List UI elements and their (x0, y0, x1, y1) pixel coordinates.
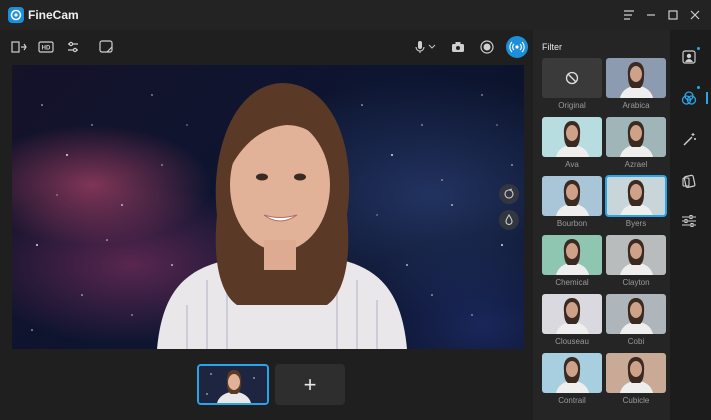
annotate-icon[interactable] (97, 38, 115, 56)
filter-thumbnail[interactable] (606, 117, 666, 157)
filter-thumbnail[interactable] (542, 235, 602, 275)
filter-panel-title: Filter (542, 42, 562, 52)
filter-thumbnail[interactable] (606, 294, 666, 334)
scene-thumbnail[interactable] (197, 364, 269, 405)
filter-item[interactable]: Clouseau (542, 294, 602, 346)
close-button[interactable] (686, 6, 704, 24)
filter-preview-image (606, 117, 666, 157)
portrait-icon[interactable] (680, 48, 698, 66)
filter-label: Clayton (622, 278, 650, 287)
title-bar: FineCam (0, 0, 711, 30)
record-icon[interactable] (478, 38, 496, 56)
filter-thumbnail[interactable] (542, 176, 602, 216)
svg-text:HD: HD (42, 46, 51, 52)
right-rail (670, 30, 711, 420)
filter-item[interactable]: Byers (605, 175, 667, 228)
filter-preview-image (542, 176, 602, 216)
app-logo-icon (8, 7, 24, 23)
filter-thumbnail[interactable] (606, 353, 666, 393)
camera-snapshot-icon[interactable] (449, 38, 467, 56)
filter-item[interactable]: Cobi (606, 294, 666, 346)
filter-label: Azrael (624, 160, 648, 169)
filter-thumbnail[interactable] (605, 175, 667, 217)
portrait-new-dot (697, 47, 700, 50)
filter-label: Bourbon (556, 219, 588, 228)
filter-preview-image (542, 117, 602, 157)
filter-item[interactable]: Arabica (606, 58, 666, 110)
filter-thumbnail[interactable] (542, 58, 602, 98)
minimize-button[interactable] (642, 6, 660, 24)
filter-thumbnail[interactable] (542, 294, 602, 334)
filter-label: Byers (625, 219, 647, 228)
filter-preview-image (606, 294, 666, 334)
adjustments-icon[interactable] (680, 212, 698, 230)
filter-label: Clouseau (555, 337, 589, 346)
filter-preview-image (542, 235, 602, 275)
filter-label: Cubicle (622, 396, 650, 405)
filter-preview-image (606, 58, 666, 98)
filter-thumbnail[interactable] (542, 117, 602, 157)
app-title: FineCam (28, 8, 79, 22)
top-toolbar: HD (0, 30, 533, 64)
filter-label: Ava (565, 160, 579, 169)
filter-preview-image (606, 353, 666, 393)
person-figure (157, 83, 407, 349)
filter-label: Contrail (558, 396, 586, 405)
filter-item[interactable]: Chemical (542, 235, 602, 287)
maximize-button[interactable] (664, 6, 682, 24)
filter-preview-image (606, 176, 666, 216)
magic-wand-icon[interactable] (680, 131, 698, 149)
switch-camera-icon[interactable] (10, 38, 28, 56)
sticker-icon[interactable] (680, 172, 698, 190)
filter-preview-image (606, 235, 666, 275)
filter-item[interactable]: Cubicle (606, 353, 666, 405)
live-broadcast-icon[interactable] (506, 36, 528, 58)
touch-up-icon[interactable] (499, 210, 519, 230)
filter-item[interactable]: Original (542, 58, 602, 110)
filter-thumbnail[interactable] (542, 353, 602, 393)
filter-icon[interactable] (680, 89, 698, 107)
filter-thumbnail[interactable] (606, 58, 666, 98)
filter-item[interactable]: Azrael (606, 117, 666, 169)
filter-item[interactable]: Bourbon (542, 176, 602, 228)
camera-preview (12, 65, 524, 349)
filter-item[interactable]: Ava (542, 117, 602, 169)
filter-label: Original (558, 101, 586, 110)
menu-icon[interactable] (620, 6, 638, 24)
add-scene-button[interactable]: + (275, 364, 345, 405)
reset-view-icon[interactable] (499, 184, 519, 204)
filter-item[interactable]: Clayton (606, 235, 666, 287)
chevron-down-icon[interactable] (426, 38, 438, 56)
filter-preview-image (542, 294, 602, 334)
no-filter-icon (565, 71, 579, 85)
hd-icon[interactable]: HD (37, 38, 55, 56)
filter-new-dot (697, 86, 700, 89)
filter-label: Cobi (627, 337, 645, 346)
filter-label: Arabica (622, 101, 650, 110)
filter-label: Chemical (555, 278, 589, 287)
filter-thumbnail[interactable] (606, 235, 666, 275)
filter-preview-image (542, 353, 602, 393)
filter-panel: Filter Original Arabica Ava Azrael Bourbon By… (533, 30, 670, 420)
filter-item[interactable]: Contrail (542, 353, 602, 405)
active-indicator (706, 92, 708, 104)
adjust-settings-icon[interactable] (64, 38, 82, 56)
